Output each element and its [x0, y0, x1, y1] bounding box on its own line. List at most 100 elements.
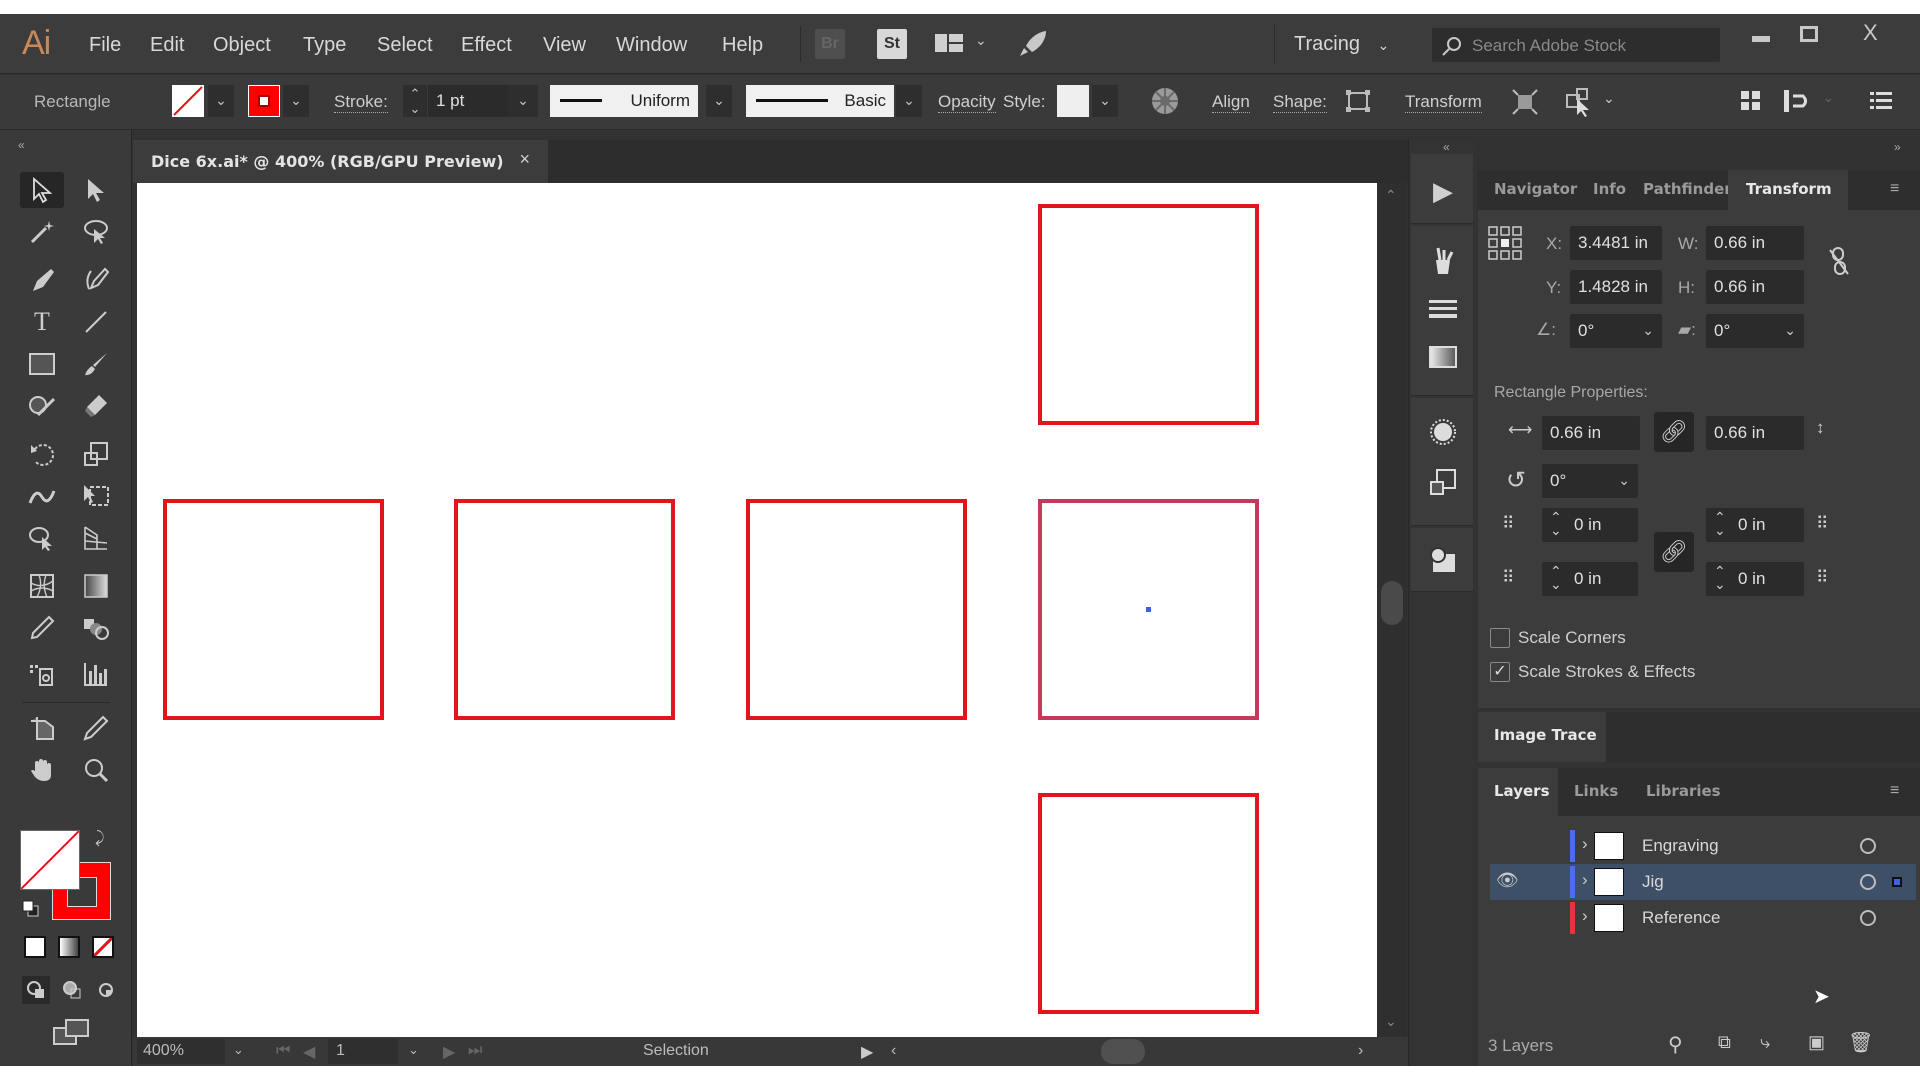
rect-rotate-input[interactable]: 0° ⌄ — [1542, 464, 1638, 498]
stroke-weight-input[interactable]: 1 pt — [428, 85, 508, 117]
artboard-tool-icon[interactable] — [20, 710, 64, 746]
style-dropdown[interactable]: ⌄ — [1092, 85, 1118, 117]
tab-transform[interactable]: Transform — [1728, 170, 1848, 210]
scroll-left-icon[interactable]: ‹ — [891, 1042, 896, 1060]
rectangle-row-4-selected[interactable] — [1038, 499, 1259, 720]
collapse-panels-icon[interactable]: » — [1894, 140, 1901, 154]
expand-layer-icon[interactable]: › — [1582, 834, 1588, 854]
w-input[interactable]: 0.66 in — [1706, 226, 1804, 260]
chevron-down-icon[interactable]: ⌄ — [233, 1042, 244, 1058]
rectangle-top[interactable] — [1038, 204, 1259, 425]
first-artboard-icon[interactable]: ⏮ — [276, 1042, 290, 1060]
corner-tl-input[interactable]: ⌃ ⌄ 0 in — [1542, 508, 1638, 542]
chevron-down-icon[interactable]: ⌄ — [1603, 90, 1615, 107]
eye-icon[interactable]: 👁︎ — [1496, 870, 1519, 891]
stroke-label[interactable]: Stroke: — [334, 92, 388, 113]
h-input[interactable]: 0.66 in — [1706, 270, 1804, 304]
menu-window[interactable]: Window — [616, 34, 687, 57]
maximize-button[interactable] — [1800, 26, 1818, 42]
create-sublayer-icon[interactable]: ⤷ — [1760, 1032, 1770, 1053]
lasso-tool-icon[interactable] — [74, 214, 118, 250]
scale-strokes-checkbox[interactable]: ✓ — [1490, 662, 1510, 682]
tab-navigator[interactable]: Navigator — [1494, 180, 1577, 198]
artboard-canvas[interactable] — [137, 183, 1377, 1037]
x-input[interactable]: 3.4481 in — [1570, 226, 1662, 260]
tab-links[interactable]: Links — [1574, 782, 1618, 800]
isolate-selection-icon[interactable] — [1565, 87, 1595, 122]
chevron-down-icon[interactable]: ⌄ — [975, 32, 987, 49]
free-transform-tool-icon[interactable] — [74, 478, 118, 514]
scroll-up-icon[interactable]: ⌃ — [1385, 187, 1397, 204]
trash-icon[interactable]: 🗑︎ — [1848, 1030, 1873, 1055]
screen-mode-icon[interactable] — [52, 1018, 90, 1053]
menu-effect[interactable]: Effect — [461, 34, 512, 57]
fill-swatch[interactable] — [172, 85, 204, 117]
panel-menu-icon[interactable] — [1870, 90, 1892, 117]
perspective-grid-tool-icon[interactable] — [74, 520, 118, 556]
zoom-tool-icon[interactable] — [74, 752, 118, 788]
panel-menu-icon[interactable]: ≡ — [1890, 782, 1899, 800]
default-fill-stroke-icon[interactable] — [22, 900, 40, 923]
corner-bl-input[interactable]: ⌃ ⌄ 0 in — [1542, 562, 1638, 596]
gradient-tool-icon[interactable] — [74, 568, 118, 604]
arrange-documents-icon[interactable] — [935, 32, 965, 61]
paintbrush-tool-icon[interactable] — [74, 346, 118, 382]
transparency-icon[interactable] — [1428, 468, 1458, 498]
select-similar-icon[interactable] — [1783, 89, 1811, 118]
search-layers-icon[interactable]: ⚲ — [1668, 1032, 1683, 1057]
layer-target-icon[interactable] — [1860, 910, 1876, 926]
collapse-panel-icon[interactable]: « — [18, 138, 25, 152]
stock-button[interactable]: St — [877, 29, 907, 59]
scale-tool-icon[interactable] — [74, 436, 118, 472]
pen-tool-icon[interactable] — [20, 262, 64, 298]
stroke-dropdown[interactable]: ⌄ — [283, 85, 309, 117]
make-clipping-mask-icon[interactable]: ⧉ — [1718, 1032, 1731, 1053]
next-artboard-icon[interactable]: ▶ — [443, 1042, 455, 1062]
align-link[interactable]: Align — [1212, 92, 1250, 113]
layer-row-jig[interactable]: 👁︎ › Jig — [1490, 864, 1916, 900]
column-graph-tool-icon[interactable] — [74, 656, 118, 692]
stepper-icon[interactable]: ⌃ ⌄ — [1714, 564, 1726, 591]
status-menu-icon[interactable]: ▶ — [861, 1042, 873, 1062]
close-document-icon[interactable]: × — [519, 149, 530, 170]
actions-play-icon[interactable]: ▶ — [1428, 176, 1458, 206]
tab-libraries[interactable]: Libraries — [1646, 782, 1721, 800]
color-mode-icon[interactable] — [24, 936, 46, 958]
symbol-sprayer-tool-icon[interactable] — [20, 656, 64, 692]
line-segment-tool-icon[interactable] — [74, 304, 118, 340]
bridge-button[interactable]: Br — [815, 29, 845, 59]
layer-target-icon[interactable] — [1860, 874, 1876, 890]
variable-width-profile[interactable]: Uniform — [550, 85, 698, 117]
scroll-down-icon[interactable]: ⌄ — [1385, 1013, 1397, 1030]
transform-link[interactable]: Transform — [1405, 92, 1482, 113]
recolor-artwork-icon[interactable] — [1150, 86, 1180, 121]
rect-height-input[interactable]: 0.66 in — [1706, 416, 1804, 450]
chevron-down-icon[interactable]: ⌄ — [1618, 472, 1630, 489]
transform-each-icon[interactable] — [1512, 89, 1538, 120]
tab-info[interactable]: Info — [1593, 180, 1626, 198]
stroke-weight-dropdown[interactable]: ⌄ — [508, 85, 538, 117]
rotate-tool-icon[interactable] — [20, 436, 64, 472]
rectangle-bottom[interactable] — [1038, 793, 1259, 1014]
rectangle-row-2[interactable] — [454, 499, 675, 720]
vertical-scrollbar[interactable]: ⌃ ⌄ — [1377, 183, 1407, 1037]
scroll-thumb[interactable] — [1381, 581, 1403, 625]
tab-pathfinder[interactable]: Pathfinder — [1643, 180, 1732, 198]
magic-wand-tool-icon[interactable] — [20, 214, 64, 250]
expand-layer-icon[interactable]: › — [1582, 870, 1588, 890]
profile-dropdown[interactable]: ⌄ — [706, 85, 732, 117]
last-artboard-icon[interactable]: ⏭ — [468, 1042, 482, 1060]
selection-tool-icon[interactable] — [20, 172, 64, 208]
chevron-down-icon[interactable]: ⌄ — [1823, 90, 1834, 106]
rotate-input[interactable]: 0° ⌄ — [1570, 314, 1662, 348]
tab-image-trace[interactable]: Image Trace — [1478, 712, 1606, 762]
shape-link[interactable]: Shape: — [1273, 92, 1327, 113]
layer-row-engraving[interactable]: › Engraving — [1490, 828, 1916, 864]
rectangle-row-3[interactable] — [746, 499, 967, 720]
collapse-dock-icon[interactable]: « — [1443, 140, 1450, 154]
chevron-down-icon[interactable]: ⌄ — [408, 1042, 419, 1058]
scale-corners-checkbox[interactable] — [1490, 628, 1510, 648]
opacity-label[interactable]: Opacity — [938, 92, 996, 113]
panel-menu-icon[interactable]: ≡ — [1890, 180, 1899, 198]
chevron-down-icon[interactable]: ⌄ — [1642, 322, 1654, 339]
